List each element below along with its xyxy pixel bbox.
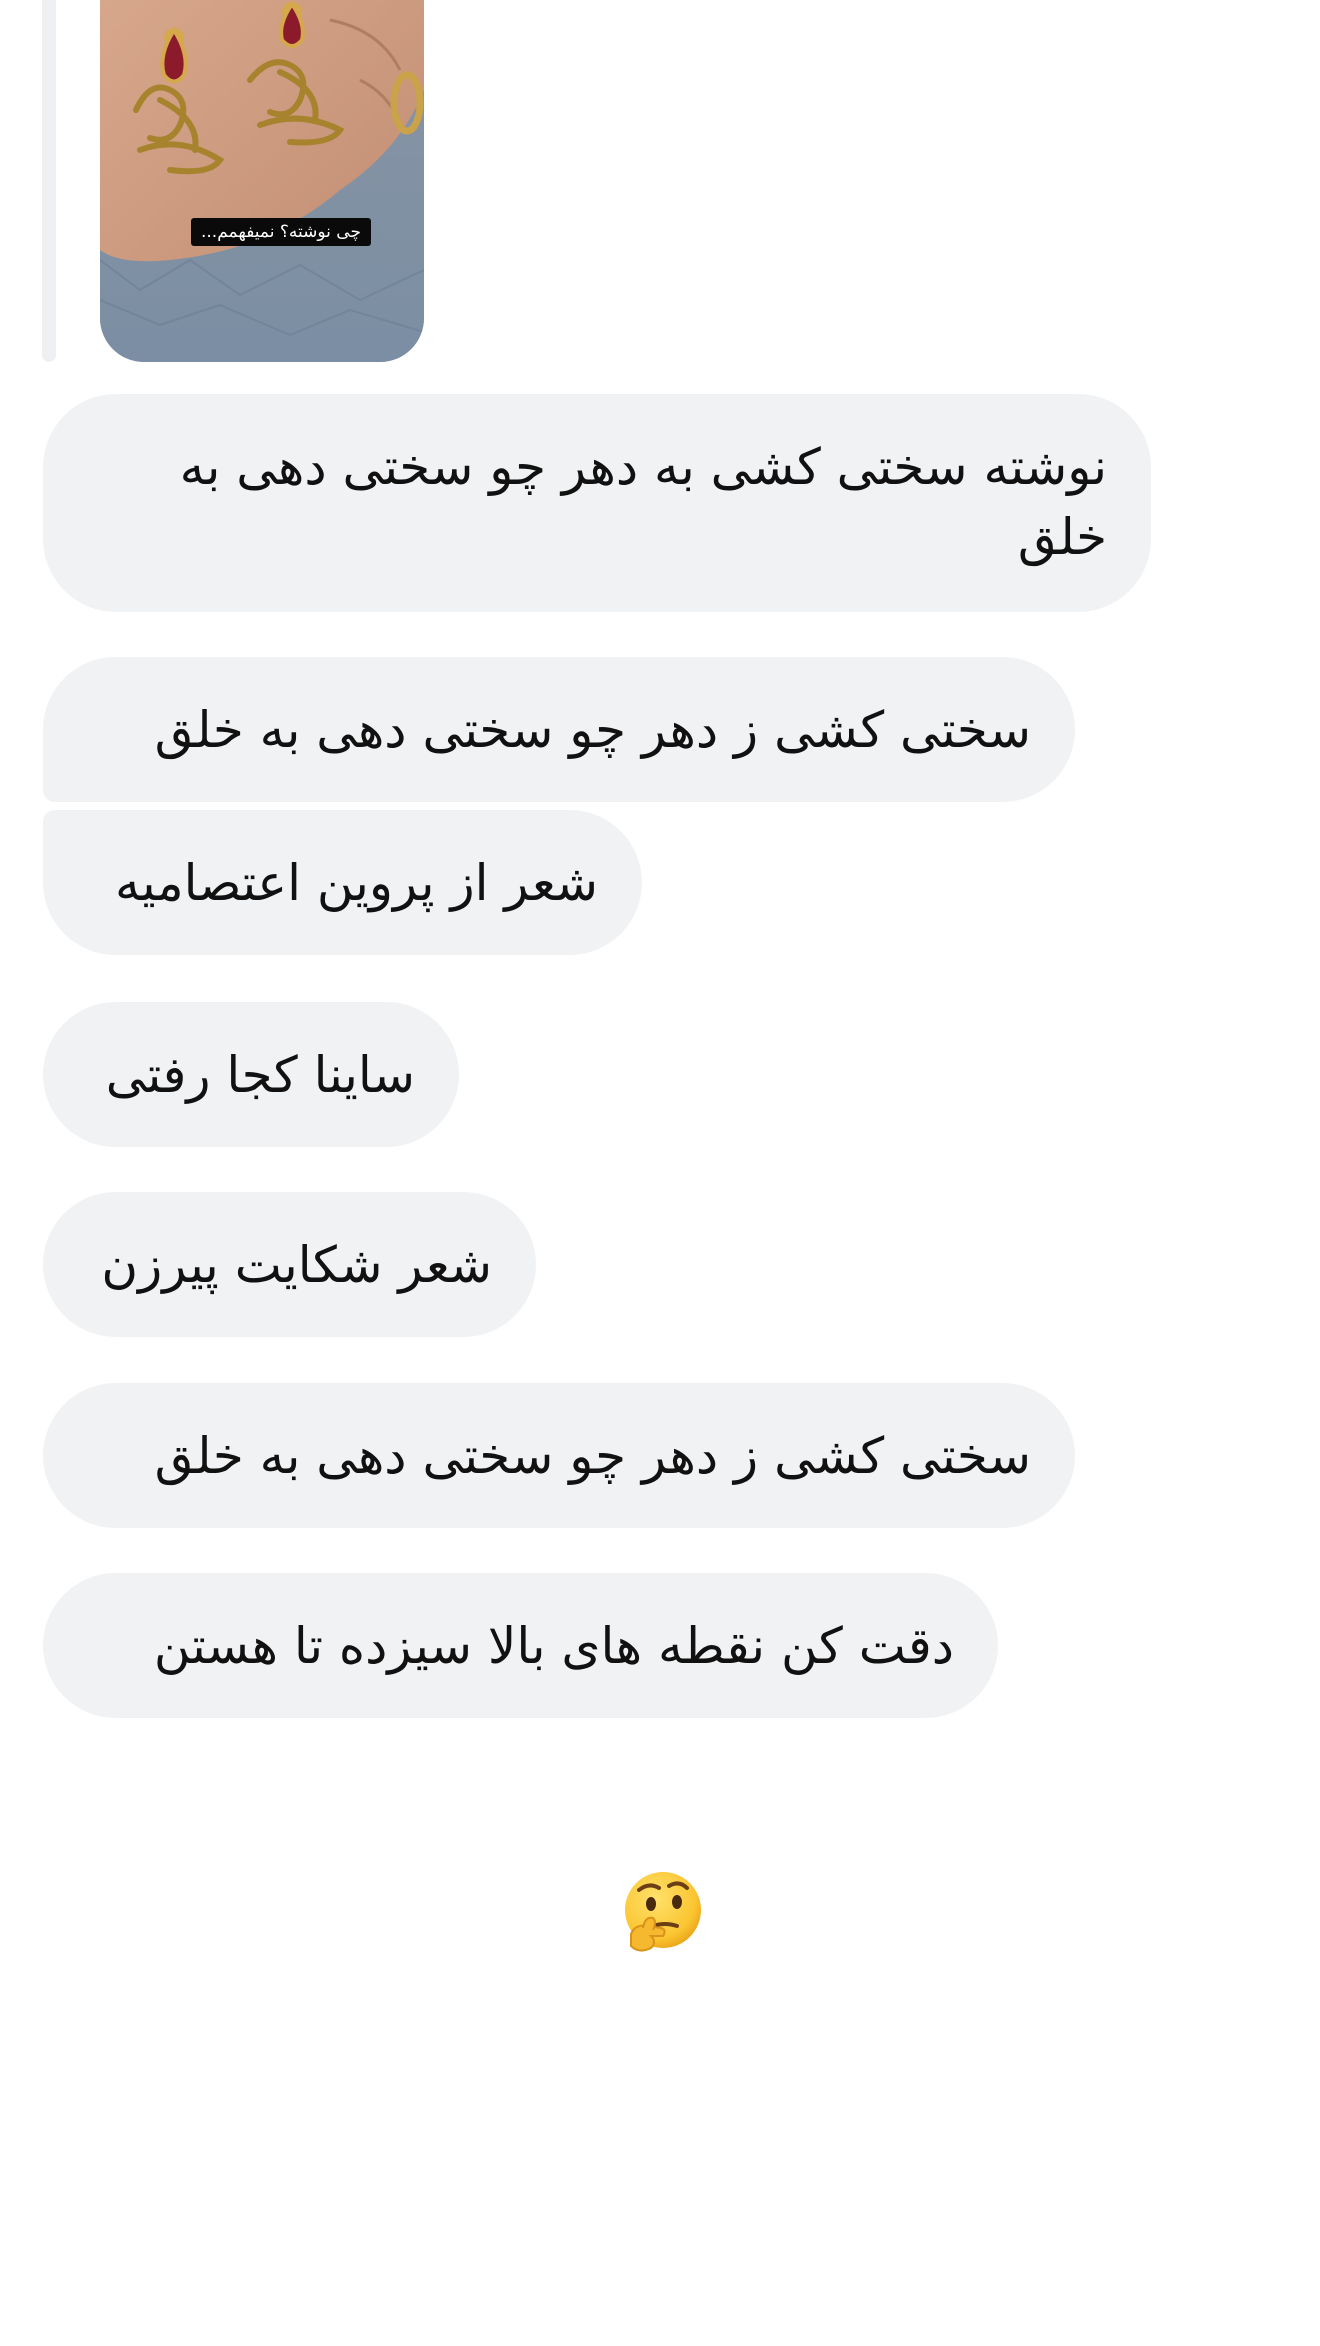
message-bubble[interactable]: شعر از پروین اعتصامیه <box>43 810 642 955</box>
thinking-face-emoji-icon[interactable] <box>617 1868 705 1956</box>
message-bubble[interactable]: دقت کن نقطه های بالا سیزده تا هستن <box>43 1573 998 1718</box>
story-caption: چی نوشته؟ نمیفهمم... <box>191 218 371 246</box>
message-text: سختی کشی ز دهر چو سختی دهی به خلق <box>154 1426 1031 1485</box>
story-reply-indicator-bar <box>42 0 56 362</box>
message-text: شعر از پروین اعتصامیه <box>114 853 598 912</box>
message-text: ساینا کجا رفتی <box>105 1045 415 1104</box>
message-text: شعر شکایت پیرزن <box>101 1235 492 1294</box>
message-text: دقت کن نقطه های بالا سیزده تا هستن <box>153 1616 954 1675</box>
story-reply-image[interactable]: چی نوشته؟ نمیفهمم... <box>100 0 424 362</box>
message-bubble[interactable]: سختی کشی ز دهر چو سختی دهی به خلق <box>43 657 1075 802</box>
message-bubble[interactable]: نوشته سختی کشی به دهر چو سختی دهی به خلق <box>43 394 1151 612</box>
message-bubble[interactable]: سختی کشی ز دهر چو سختی دهی به خلق <box>43 1383 1075 1528</box>
message-text: سختی کشی ز دهر چو سختی دهی به خلق <box>154 700 1031 759</box>
story-photo-earrings-icon <box>100 0 424 362</box>
message-bubble[interactable]: شعر شکایت پیرزن <box>43 1192 536 1337</box>
message-bubble[interactable]: ساینا کجا رفتی <box>43 1002 459 1147</box>
message-text: نوشته سختی کشی به دهر چو سختی دهی به خلق <box>179 438 1107 566</box>
